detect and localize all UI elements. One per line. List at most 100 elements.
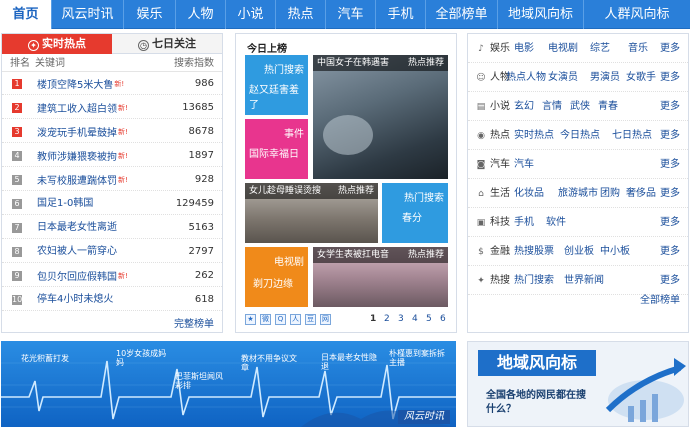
category-link[interactable]: 七日热点	[612, 121, 652, 150]
nav-phone[interactable]: 手机	[376, 0, 426, 29]
hot-row[interactable]: 2 建筑工收入超白领新! 13685	[2, 97, 222, 119]
tile-happiness[interactable]: 事件 国际幸福日	[245, 119, 308, 179]
hot-keyword-link[interactable]: 包贝尔回应假韩国新!	[37, 265, 128, 289]
today-title: 今日上榜	[247, 44, 287, 55]
category-link[interactable]: 玄幻	[514, 92, 534, 121]
news-wave-banner[interactable]: 花光积蓄打发 10岁女孩成妈妈 巴菲斯坦闻风彩排 教材不用争议文章 日本最老女性…	[1, 341, 456, 427]
nav-people[interactable]: 人物	[176, 0, 226, 29]
page-1[interactable]: 1	[370, 314, 376, 324]
hot-keyword-link[interactable]: 楼顶空降5米大鲁新!	[37, 73, 124, 97]
category-link[interactable]: 汽车	[514, 150, 534, 179]
category-link[interactable]: 女歌手	[626, 63, 656, 92]
category-link[interactable]: 化妆品	[514, 179, 544, 208]
rank-badge: 9	[12, 271, 22, 281]
category-link[interactable]: 武侠	[570, 92, 590, 121]
category-link[interactable]: 实时热点	[514, 121, 554, 150]
tile-razor[interactable]: 电视剧 剃刀边缘	[245, 247, 308, 307]
category-link[interactable]: 奢侈品	[626, 179, 656, 208]
wave-label-3[interactable]: 巴菲斯坦闻风彩排	[175, 372, 227, 390]
region-banner[interactable]: 地域风向标 全国各地的网民都在搜什么？	[467, 341, 689, 427]
tab-realtime-hot[interactable]: ✦ 实时热点	[2, 34, 112, 54]
category-link[interactable]: 团购	[600, 179, 620, 208]
tile-spring[interactable]: 热门搜索 春分	[382, 183, 448, 243]
category-link[interactable]: 世界新闻	[564, 266, 604, 295]
wave-label-6[interactable]: 朴槿惠到案拆拆主播	[389, 349, 447, 367]
tab-seven-day[interactable]: ◷ 七日关注	[112, 34, 222, 54]
page-2[interactable]: 2	[384, 314, 390, 324]
hot-row[interactable]: 4 教师涉嫌猥亵被拘新! 1897	[2, 145, 222, 167]
category-link[interactable]: 旅游城市	[558, 179, 598, 208]
wave-label-5[interactable]: 日本最老女性隐退	[321, 353, 377, 371]
share-icon-douban[interactable]: 豆	[305, 314, 316, 325]
photo-korea[interactable]: 中国女子在韩遇害 热点推荐	[313, 55, 448, 179]
hot-row[interactable]: 1 楼顶空降5米大鲁新! 986	[2, 73, 222, 95]
nav-crowd[interactable]: 人群风向标	[584, 0, 690, 29]
all-rankings-link[interactable]: 全部榜单	[640, 291, 680, 306]
category-more-link[interactable]: 更多	[660, 179, 680, 208]
hot-keyword-link[interactable]: 停车4小时未熄火	[37, 289, 113, 311]
category-link[interactable]: 热搜股票	[514, 237, 554, 266]
nav-home[interactable]: 首页	[0, 0, 52, 29]
hot-keyword-link[interactable]: 日本最老女性离逝	[37, 217, 117, 239]
share-icon-fav[interactable]: ★	[245, 314, 256, 325]
category-link[interactable]: 青春	[598, 92, 618, 121]
category-link[interactable]: 创业板	[564, 237, 594, 266]
photo-daughter[interactable]: 女儿趁母睡误烫搜 热点推荐	[245, 183, 378, 243]
category-link[interactable]: 热点人物	[506, 63, 546, 92]
nav-hot[interactable]: 热点	[276, 0, 326, 29]
page-3[interactable]: 3	[398, 314, 404, 324]
category-link[interactable]: 音乐	[628, 34, 648, 63]
nav-car[interactable]: 汽车	[326, 0, 376, 29]
category-link[interactable]: 手机	[514, 208, 534, 237]
share-icon-weibo[interactable]: 微	[260, 314, 271, 325]
hot-keyword-link[interactable]: 教师涉嫌猥亵被拘新!	[37, 145, 128, 169]
share-icon-qq[interactable]: Q	[275, 314, 286, 325]
category-link[interactable]: 女演员	[548, 63, 578, 92]
tile-zhao[interactable]: 热门搜索 赵又廷害羞了	[245, 55, 308, 115]
category-link[interactable]: 软件	[546, 208, 566, 237]
page-4[interactable]: 4	[412, 314, 418, 324]
nav-news[interactable]: 风云时讯	[52, 0, 124, 29]
hot-keyword-link[interactable]: 泼宠玩手机晕鼓掉新!	[37, 121, 128, 145]
category-link[interactable]: 综艺	[590, 34, 610, 63]
hot-row[interactable]: 8 农妇被人一箭穿心 2797	[2, 241, 222, 263]
nav-region[interactable]: 地域风向标	[498, 0, 584, 29]
hot-keyword-link[interactable]: 未写校服遭踹体罚新!	[37, 169, 128, 193]
hot-keyword-link[interactable]: 农妇被人一箭穿心	[37, 241, 117, 263]
photo-student[interactable]: 女学生表被扛电音 热点推荐	[313, 247, 448, 307]
wave-label-2[interactable]: 10岁女孩成妈妈	[116, 349, 174, 367]
category-more-link[interactable]: 更多	[660, 34, 680, 63]
nav-all[interactable]: 全部榜单	[426, 0, 498, 29]
hot-row[interactable]: 7 日本最老女性离逝 5163	[2, 217, 222, 239]
category-link[interactable]: 中小板	[600, 237, 630, 266]
share-icon-net[interactable]: 网	[320, 314, 331, 325]
hot-keyword-link[interactable]: 建筑工收入超白领新!	[37, 97, 128, 121]
category-more-link[interactable]: 更多	[660, 237, 680, 266]
category-link[interactable]: 热门搜索	[514, 266, 554, 295]
category-link[interactable]: 今日热点	[560, 121, 600, 150]
category-link[interactable]: 言情	[542, 92, 562, 121]
hot-row[interactable]: 9 包贝尔回应假韩国新! 262	[2, 265, 222, 287]
hot-row[interactable]: 6 国足1-0韩国 129459	[2, 193, 222, 215]
tile-tag: 事件	[284, 129, 304, 140]
nav-novel[interactable]: 小说	[226, 0, 276, 29]
category-more-link[interactable]: 更多	[660, 92, 680, 121]
hot-row[interactable]: 3 泼宠玩手机晕鼓掉新! 8678	[2, 121, 222, 143]
category-link[interactable]: 电影	[514, 34, 534, 63]
category-more-link[interactable]: 更多	[660, 208, 680, 237]
full-list-link[interactable]: 完整榜单	[174, 315, 214, 330]
wave-label-1[interactable]: 花光积蓄打发	[21, 354, 81, 363]
hot-row[interactable]: 5 未写校服遭踹体罚新! 928	[2, 169, 222, 191]
category-more-link[interactable]: 更多	[660, 150, 680, 179]
page-5[interactable]: 5	[426, 314, 432, 324]
category-more-link[interactable]: 更多	[660, 121, 680, 150]
page-6[interactable]: 6	[440, 314, 446, 324]
share-icon-renren[interactable]: 人	[290, 314, 301, 325]
wave-label-4[interactable]: 教材不用争议文章	[241, 354, 297, 372]
hot-keyword-link[interactable]: 国足1-0韩国	[37, 193, 93, 215]
category-link[interactable]: 男演员	[590, 63, 620, 92]
hot-row[interactable]: 10 停车4小时未熄火 618	[2, 289, 222, 311]
category-link[interactable]: 电视剧	[548, 34, 578, 63]
category-more-link[interactable]: 更多	[660, 63, 680, 92]
nav-ent[interactable]: 娱乐	[124, 0, 176, 29]
